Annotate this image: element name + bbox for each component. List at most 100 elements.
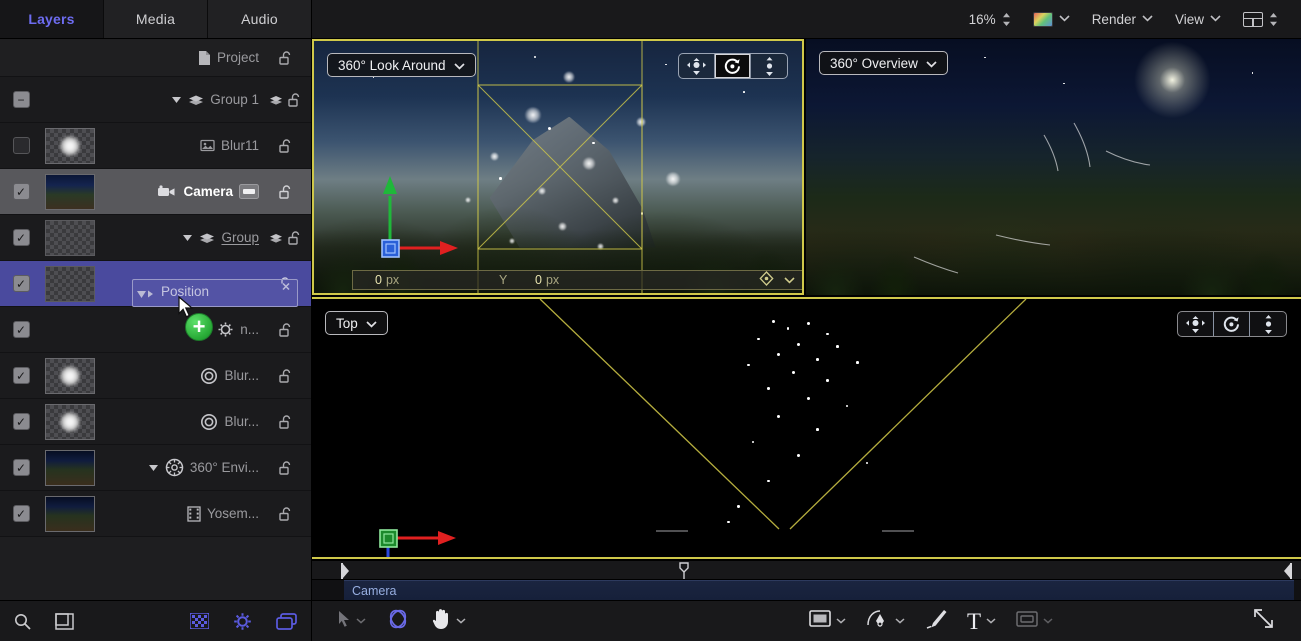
lock-cell[interactable] xyxy=(267,461,311,475)
lock-cell[interactable] xyxy=(267,507,311,521)
checkbox-cell[interactable]: ✓ xyxy=(0,459,42,476)
bezier-pen-tool[interactable] xyxy=(856,601,915,641)
visibility-checkbox[interactable]: ✓ xyxy=(13,367,30,384)
layer-row-behavior[interactable]: ✓ n... xyxy=(0,307,311,353)
dolly-icon[interactable] xyxy=(1250,312,1286,336)
stepper-icon[interactable] xyxy=(1269,12,1278,27)
viewport-360-overview[interactable]: 360° Overview xyxy=(806,39,1301,295)
tab-layers[interactable]: Layers xyxy=(0,0,104,38)
checkbox-cell[interactable]: ✓ xyxy=(0,367,42,384)
lock-cell[interactable] xyxy=(267,369,311,383)
checkbox-cell[interactable]: ✓ xyxy=(0,183,42,200)
fullscreen-toggle[interactable] xyxy=(1243,601,1285,641)
viewport-camera-selector-top[interactable]: Top xyxy=(325,311,388,335)
checkbox-cell[interactable]: − xyxy=(0,91,42,108)
checkerboard-icon[interactable] xyxy=(190,613,209,629)
pan-icon[interactable] xyxy=(1178,312,1214,336)
lock-cell[interactable] xyxy=(267,323,311,337)
visibility-checkbox[interactable]: ✓ xyxy=(13,321,30,338)
lock-cell[interactable] xyxy=(267,231,311,245)
chevron-down-icon[interactable] xyxy=(456,616,466,627)
layer-row-camera[interactable]: ✓ Camera xyxy=(0,169,311,215)
pan-icon[interactable] xyxy=(679,54,715,78)
hand-pan-tool[interactable] xyxy=(420,601,476,641)
layer-row-blur11[interactable]: Blur11 xyxy=(0,123,311,169)
dolly-icon[interactable] xyxy=(751,54,787,78)
checkbox-cell[interactable]: ✓ xyxy=(0,413,42,430)
viewport-top[interactable]: Top xyxy=(312,297,1301,559)
layer-list[interactable]: Project − Grou xyxy=(0,39,311,600)
tab-audio[interactable]: Audio xyxy=(208,0,311,38)
visibility-checkbox[interactable]: ✓ xyxy=(13,459,30,476)
orbit-icon[interactable] xyxy=(1214,312,1250,336)
layer-row-filter-blur-2[interactable]: ✓ Blur... xyxy=(0,399,311,445)
render-menu[interactable]: Render xyxy=(1081,0,1164,39)
hud-x-field[interactable]: 0 px xyxy=(375,273,399,287)
lock-cell[interactable] xyxy=(267,185,311,199)
shape-tool[interactable] xyxy=(1006,601,1063,641)
text-tool[interactable]: T xyxy=(957,601,1006,641)
disclosure-triangle-icon[interactable] xyxy=(171,95,182,104)
visibility-checkbox[interactable]: ✓ xyxy=(13,183,30,200)
anchor-point-icon[interactable] xyxy=(759,271,774,289)
checkbox-cell[interactable] xyxy=(0,137,42,154)
stepper-icon[interactable] xyxy=(1002,12,1011,27)
hud-y-field[interactable]: 0 px xyxy=(535,273,559,287)
layer-row-position[interactable]: ✓ Position xyxy=(0,261,311,307)
gear-icon[interactable] xyxy=(233,612,252,631)
layout-selector[interactable] xyxy=(1232,0,1289,39)
visibility-checkbox[interactable]: ✓ xyxy=(13,275,30,292)
viewport-3d-controls-main[interactable] xyxy=(678,53,788,79)
visibility-checkbox[interactable]: ✓ xyxy=(13,505,30,522)
chevron-down-icon[interactable] xyxy=(895,616,905,627)
visibility-checkbox[interactable]: ✓ xyxy=(13,413,30,430)
chevron-down-icon[interactable] xyxy=(986,616,996,627)
viewport-360-look-around[interactable]: 360° Look Around 0 xyxy=(312,39,804,295)
layer-row-project[interactable]: Project xyxy=(0,39,311,77)
chevron-down-icon[interactable] xyxy=(784,273,795,287)
paint-stroke-tool[interactable] xyxy=(915,601,957,641)
view-menu[interactable]: View xyxy=(1164,0,1232,39)
viewport-camera-selector-main[interactable]: 360° Look Around xyxy=(327,53,476,77)
layers-icon[interactable] xyxy=(269,232,283,244)
timeline-track[interactable]: Camera xyxy=(312,580,1301,600)
duplicate-icon[interactable] xyxy=(276,613,297,630)
transform-hud[interactable]: 0 px Y 0 px xyxy=(352,270,804,290)
layer-row-yosemite[interactable]: ✓ Yosem... xyxy=(0,491,311,537)
checkbox-cell[interactable]: ✓ xyxy=(0,321,42,338)
layer-row-group-1[interactable]: − Group 1 xyxy=(0,77,311,123)
viewport-3d-controls-top[interactable] xyxy=(1177,311,1287,337)
timeline-clip-camera[interactable]: Camera xyxy=(344,580,1294,600)
select-arrow-tool[interactable] xyxy=(328,601,376,641)
mini-timeline[interactable]: Camera xyxy=(312,561,1301,600)
viewport-camera-selector-overview[interactable]: 360° Overview xyxy=(819,51,948,75)
visibility-checkbox[interactable] xyxy=(13,137,30,154)
checkbox-cell[interactable]: ✓ xyxy=(0,505,42,522)
lock-cell[interactable] xyxy=(267,93,311,107)
chevron-down-icon[interactable] xyxy=(356,616,366,627)
checkbox-cell[interactable]: ✓ xyxy=(0,275,42,292)
lock-cell[interactable] xyxy=(267,51,311,65)
frame-icon[interactable] xyxy=(55,613,74,630)
tab-media[interactable]: Media xyxy=(104,0,208,38)
rectangle-mask-tool[interactable] xyxy=(799,601,856,641)
layer-row-group[interactable]: ✓ Group xyxy=(0,215,311,261)
orbit-icon[interactable] xyxy=(715,54,751,78)
color-profile-button[interactable] xyxy=(1022,0,1081,39)
lock-cell[interactable] xyxy=(267,277,311,291)
disclosure-triangle-icon[interactable] xyxy=(182,233,193,242)
layers-icon[interactable] xyxy=(269,94,283,106)
layer-row-360-environment[interactable]: ✓ 360° Envi... xyxy=(0,445,311,491)
camera-badge-icon[interactable] xyxy=(239,184,259,199)
3d-transform-tool[interactable] xyxy=(376,601,420,641)
chevron-down-icon[interactable] xyxy=(1043,616,1053,627)
lock-cell[interactable] xyxy=(267,139,311,153)
lock-cell[interactable] xyxy=(267,415,311,429)
disclosure-triangle-icon[interactable] xyxy=(148,463,159,472)
checkbox-cell[interactable]: ✓ xyxy=(0,229,42,246)
visibility-checkbox[interactable]: ✓ xyxy=(13,229,30,246)
visibility-checkbox[interactable]: − xyxy=(13,91,30,108)
search-icon[interactable] xyxy=(14,613,31,630)
zoom-level-control[interactable]: 16% xyxy=(958,0,1022,39)
chevron-down-icon[interactable] xyxy=(836,616,846,627)
